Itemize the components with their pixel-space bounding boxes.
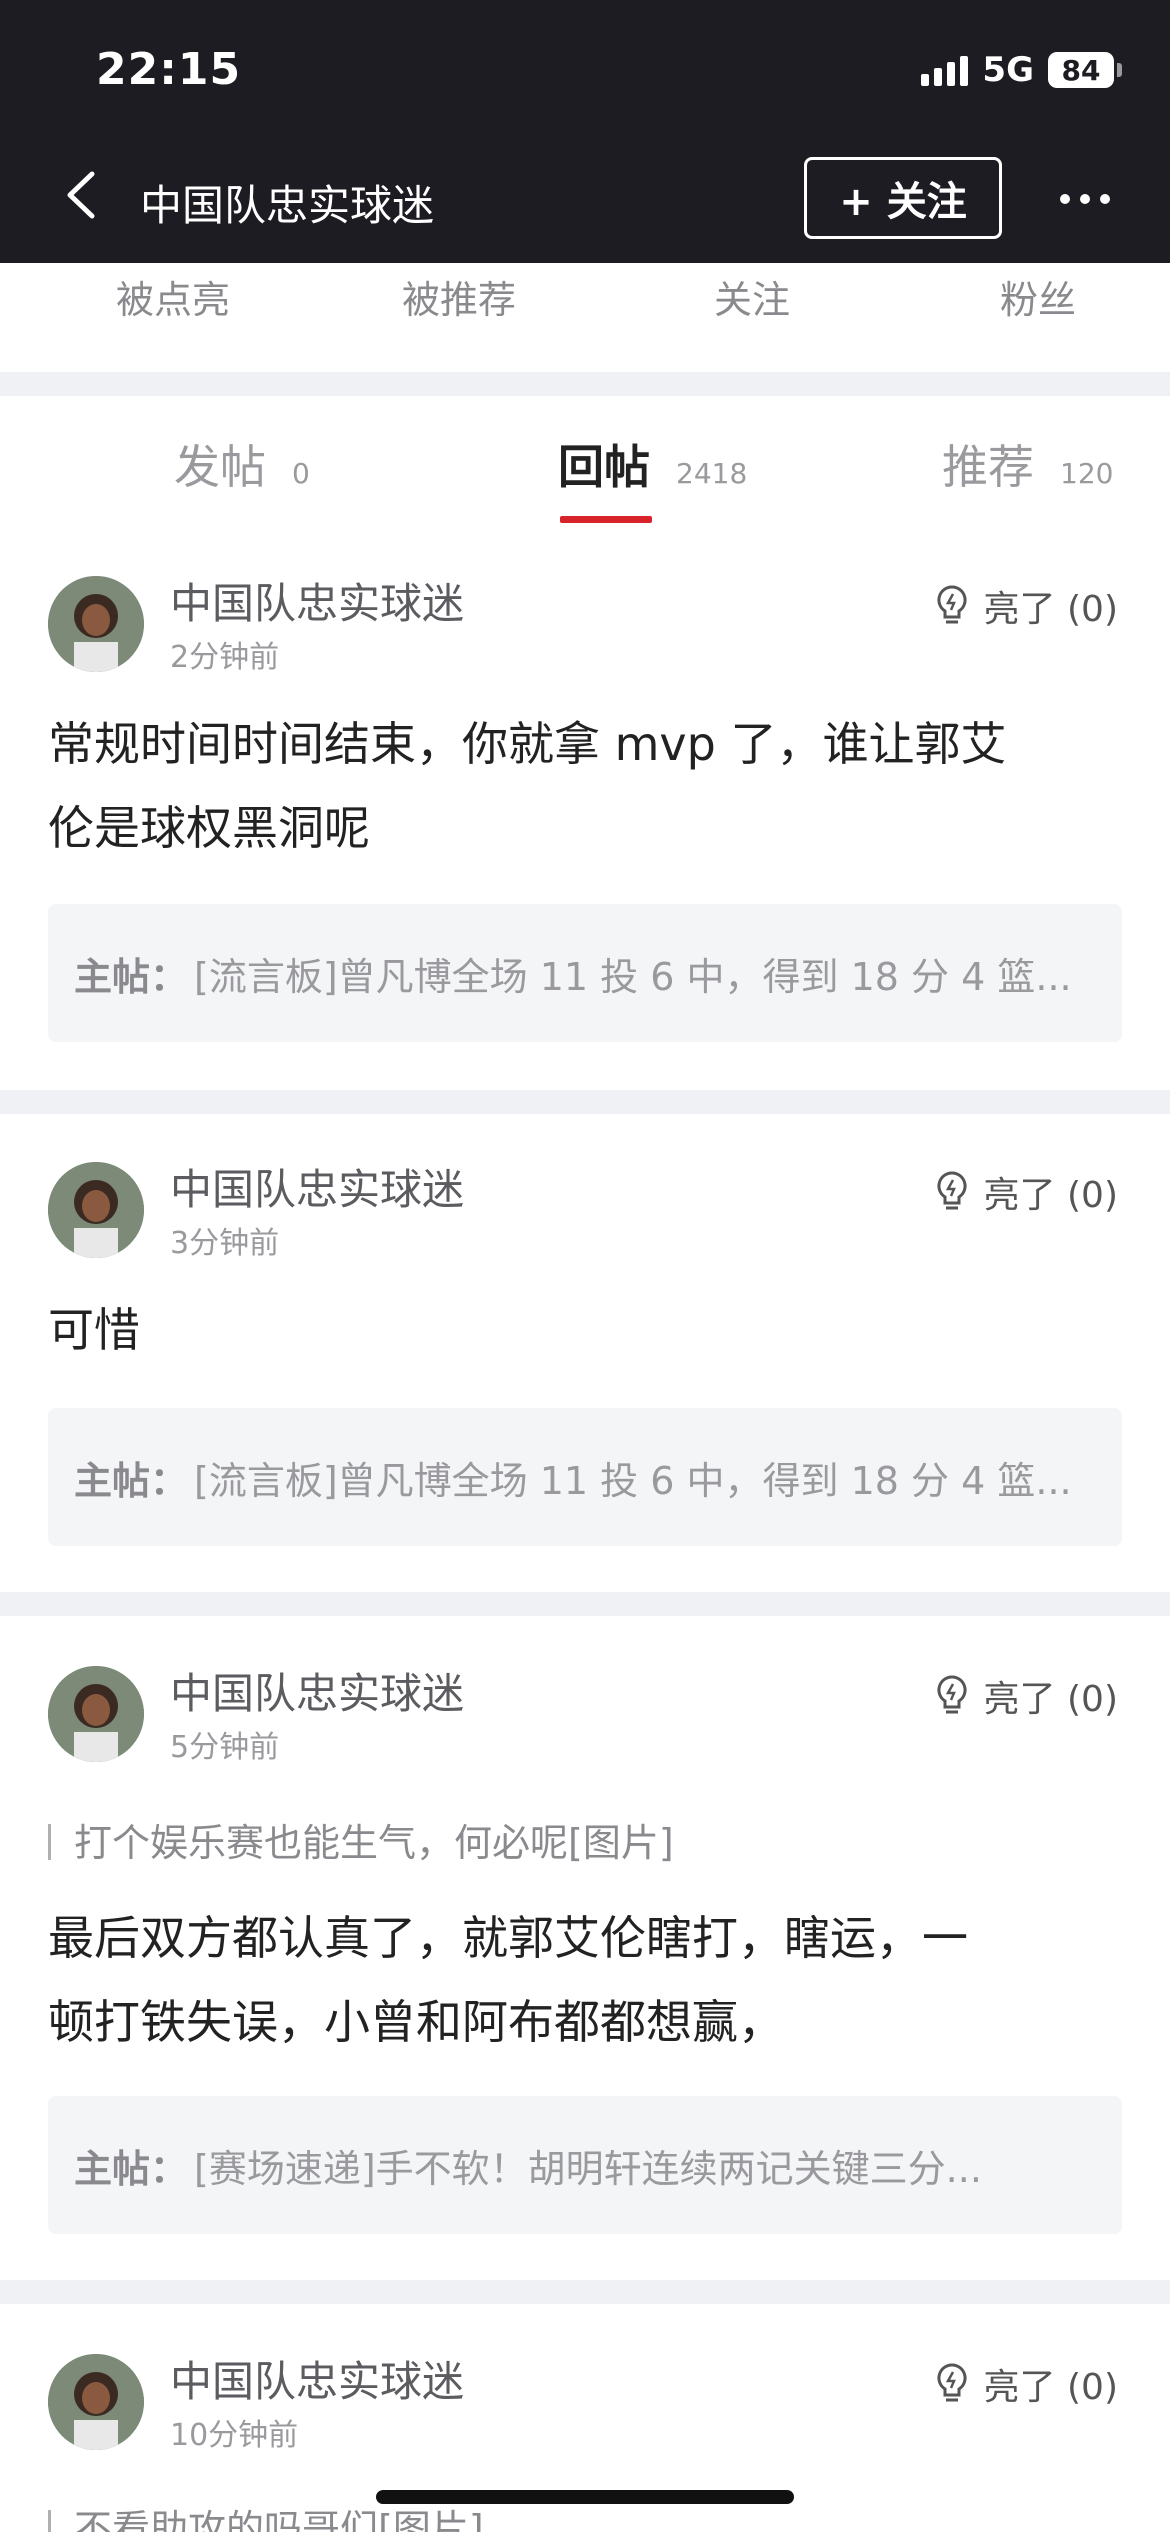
reply-content: 最后双方都认真了，就郭艾伦瞎打，瞎运，一 顿打铁失误，小曾和阿布都都想赢， [48,1896,1118,2064]
reply-content: 常规时间时间结束，你就拿 mvp 了，谁让郭艾 伦是球权黑洞呢 [48,702,1118,870]
network-type: 5G [982,50,1034,90]
post-time: 5分钟前 [170,1730,280,1765]
status-indicators: 5G 84 [921,50,1122,90]
profile-stats: 被点亮 被推荐 关注 粉丝 [0,263,1170,373]
stat-lit[interactable]: 被点亮 [116,269,230,324]
lightbulb-icon [937,585,967,624]
likes-count: 亮了 (0) [983,1679,1118,1720]
tab-label: 回帖 [558,440,650,494]
likes-count: 亮了 (0) [983,1175,1118,1216]
light-up-button[interactable]: 亮了 (0) [934,1670,1118,1722]
active-tab-indicator [560,516,652,523]
light-up-button[interactable]: 亮了 (0) [934,580,1118,632]
lightbulb-icon [937,1171,967,1210]
back-arrow-icon[interactable] [62,170,102,220]
tab-count: 120 [1060,457,1114,490]
content-line: 伦是球权黑洞呢 [48,801,370,855]
light-up-button[interactable]: 亮了 (0) [934,2358,1118,2410]
follow-button[interactable]: + 关注 [804,157,1002,239]
parent-post-title: [流言板]曾凡博全场 11 投 6 中，得到 18 分 4 篮... [194,1458,1072,1503]
signal-icon [921,54,969,86]
parent-post-title: [赛场速递]手不软！胡明轩连续两记关键三分... [194,2146,982,2191]
post-divider [0,1090,1170,1114]
reply-item[interactable]: 中国队忠实球迷 3分钟前 亮了 (0) 可惜 主帖： [流言板]曾凡博全场 11… [0,1126,1170,1592]
light-up-button[interactable]: 亮了 (0) [934,1166,1118,1218]
username[interactable]: 中国队忠实球迷 [170,1156,464,1217]
more-options-icon[interactable] [1060,194,1110,204]
parent-post-link[interactable]: 主帖： [流言板]曾凡博全场 11 投 6 中，得到 18 分 4 篮... [48,904,1122,1042]
username[interactable]: 中国队忠实球迷 [170,1660,464,1721]
tab-label: 发帖 [174,440,266,494]
status-time: 22:15 [96,44,242,95]
stat-following[interactable]: 关注 [714,269,790,324]
battery-icon: 84 [1048,52,1122,88]
tab-posts[interactable]: 发帖 0 [174,431,310,497]
tab-recommend[interactable]: 推荐 120 [942,431,1113,497]
likes-count: 亮了 (0) [983,2367,1118,2408]
tab-count: 0 [292,457,310,490]
parent-post-label: 主帖： [74,2146,189,2191]
tab-replies[interactable]: 回帖 2418 [558,431,747,497]
parent-post-label: 主帖： [74,954,189,999]
lightbulb-icon [937,1675,967,1714]
avatar[interactable] [48,576,144,672]
page-title: 中国队忠实球迷 [140,181,435,230]
tab-bar: 发帖 0 回帖 2418 推荐 120 [0,395,1170,535]
quoted-reply[interactable]: 打个娱乐赛也能生气，何必呢[图片] [48,1812,674,1867]
home-indicator[interactable] [376,2490,794,2504]
username[interactable]: 中国队忠实球迷 [170,570,464,631]
reply-item[interactable]: 中国队忠实球迷 5分钟前 亮了 (0) 打个娱乐赛也能生气，何必呢[图片] 最后… [0,1630,1170,2280]
content-line: 可惜 [48,1303,140,1357]
tab-count: 2418 [676,457,748,490]
content-line: 顿打铁失误，小曾和阿布都都想赢， [48,1995,784,2049]
parent-post-link[interactable]: 主帖： [流言板]曾凡博全场 11 投 6 中，得到 18 分 4 篮... [48,1408,1122,1546]
tab-label: 推荐 [942,440,1034,494]
stat-fans[interactable]: 粉丝 [1000,269,1076,324]
likes-count: 亮了 (0) [983,589,1118,630]
lightbulb-icon [937,2363,967,2402]
avatar[interactable] [48,1666,144,1762]
post-time: 2分钟前 [170,640,280,675]
reply-content: 可惜 [48,1288,1118,1372]
reply-item[interactable]: 中国队忠实球迷 2分钟前 亮了 (0) 常规时间时间结束，你就拿 mvp 了，谁… [0,540,1170,1090]
parent-post-label: 主帖： [74,1458,189,1503]
stat-recommended[interactable]: 被推荐 [402,269,516,324]
battery-level: 84 [1061,53,1101,87]
content-line: 最后双方都认真了，就郭艾伦瞎打，瞎运，一 [48,1911,968,1965]
parent-post-link[interactable]: 主帖： [赛场速递]手不软！胡明轩连续两记关键三分... [48,2096,1122,2234]
content-line: 常规时间时间结束，你就拿 mvp 了，谁让郭艾 [48,717,1007,771]
post-divider [0,1592,1170,1616]
post-time: 10分钟前 [170,2418,299,2453]
section-divider [0,372,1170,396]
username[interactable]: 中国队忠实球迷 [170,2348,464,2409]
post-divider [0,2280,1170,2304]
post-time: 3分钟前 [170,1226,280,1261]
avatar[interactable] [48,2354,144,2450]
avatar[interactable] [48,1162,144,1258]
top-bar: 22:15 5G 84 中国队忠实球迷 + 关注 [0,0,1170,263]
parent-post-title: [流言板]曾凡博全场 11 投 6 中，得到 18 分 4 篮... [194,954,1072,999]
